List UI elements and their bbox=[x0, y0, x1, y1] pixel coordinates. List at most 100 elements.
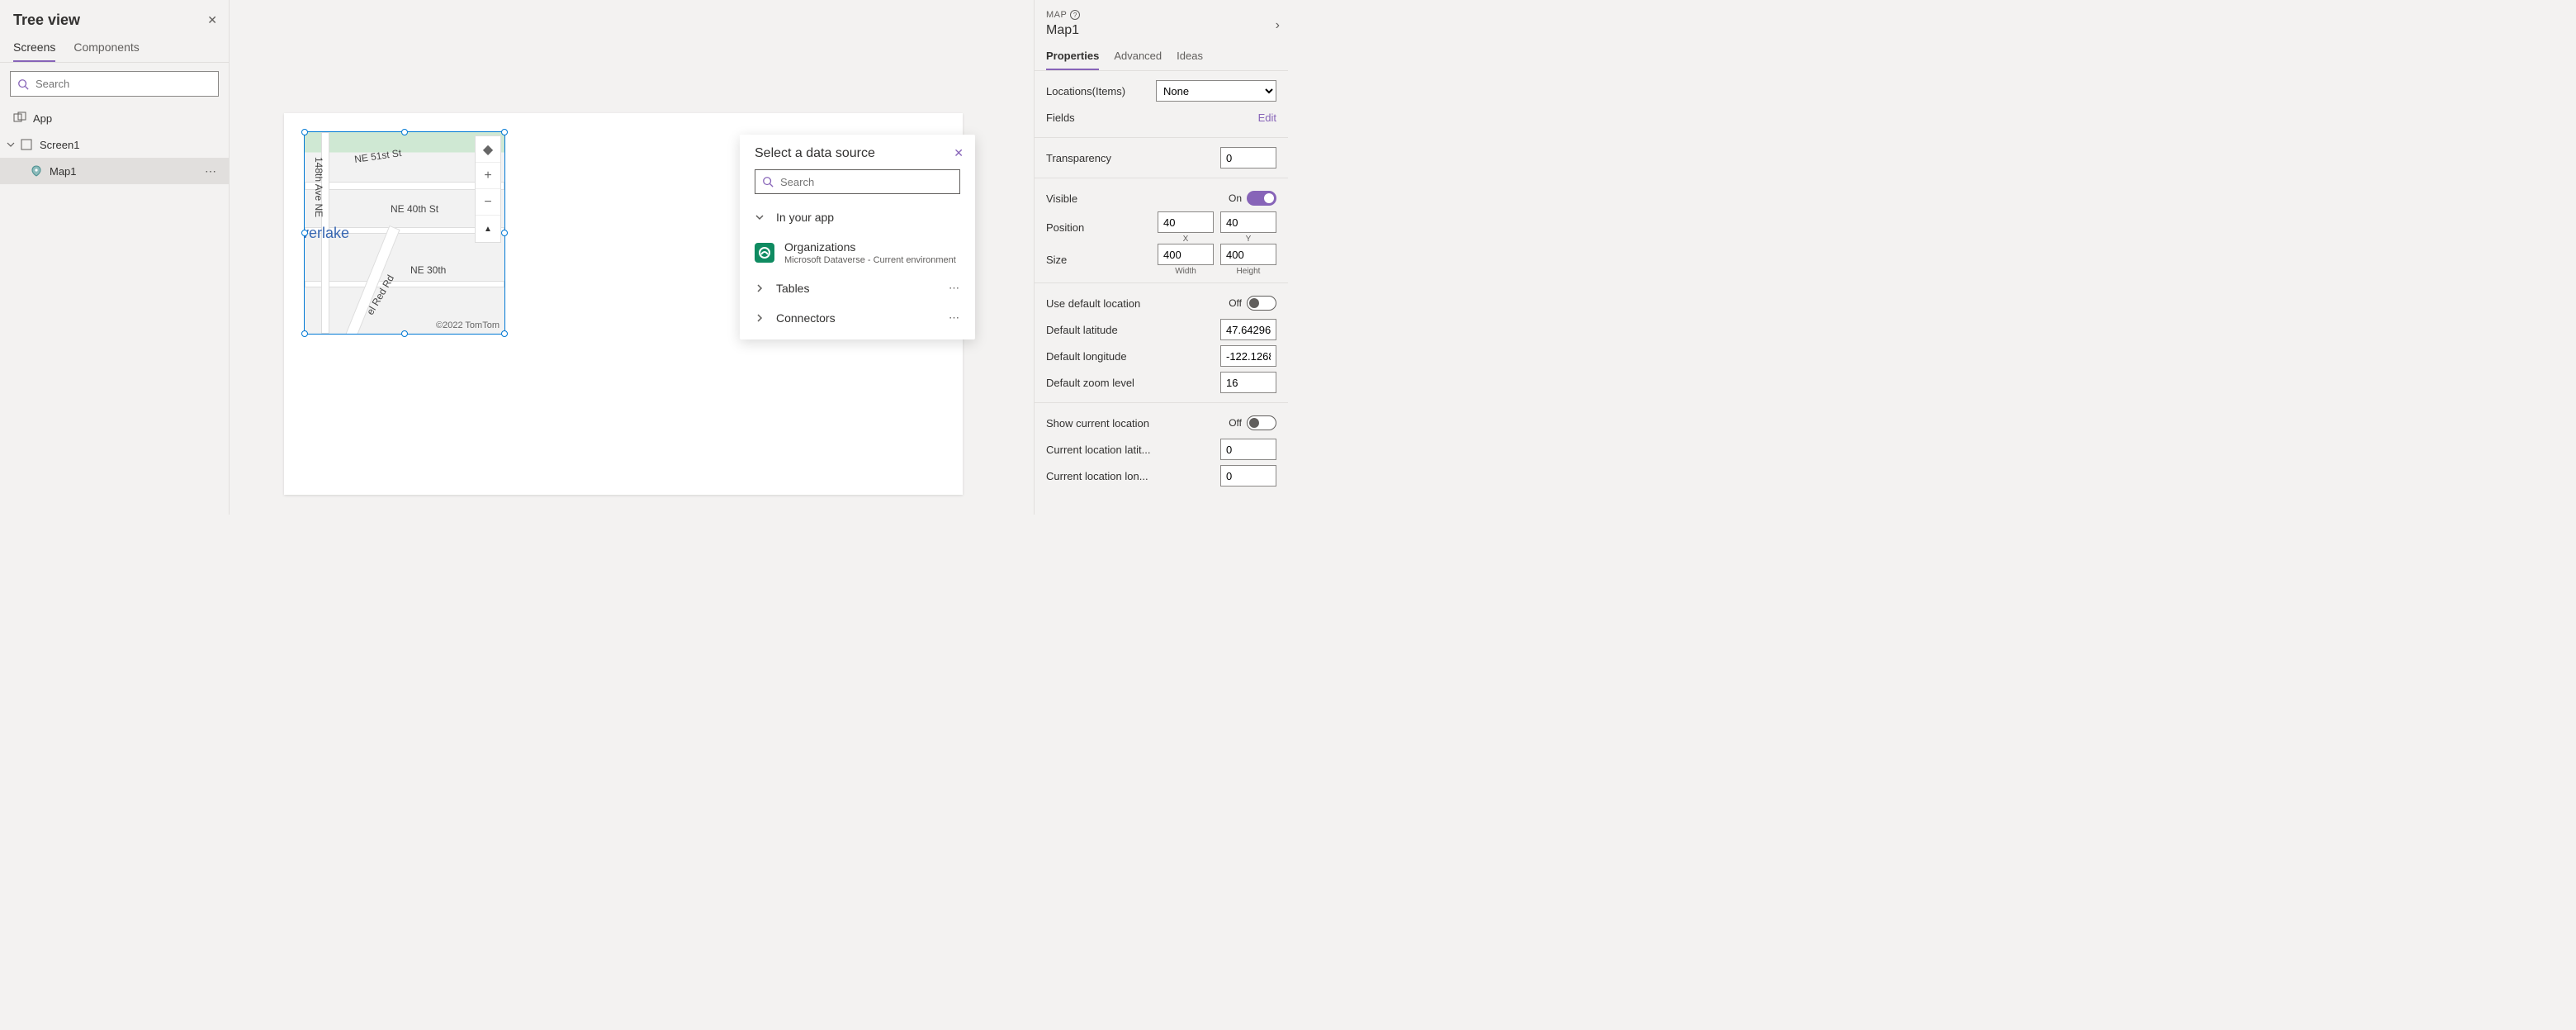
prop-label-default-longitude: Default longitude bbox=[1046, 350, 1127, 363]
resize-handle[interactable] bbox=[501, 230, 508, 236]
prop-label-current-lat: Current location latit... bbox=[1046, 444, 1150, 456]
tab-properties[interactable]: Properties bbox=[1046, 50, 1099, 70]
default-longitude-input[interactable] bbox=[1220, 345, 1276, 367]
tree-item-label: Screen1 bbox=[40, 139, 79, 151]
current-lat-input[interactable] bbox=[1220, 439, 1276, 460]
axis-label: X bbox=[1183, 235, 1189, 244]
chevron-down-icon bbox=[7, 140, 15, 149]
toggle-state-label: Off bbox=[1229, 297, 1242, 309]
tree-search-input[interactable] bbox=[36, 78, 211, 90]
help-icon[interactable]: ? bbox=[1070, 10, 1080, 20]
section-label: Tables bbox=[776, 282, 809, 295]
current-location-toggle[interactable] bbox=[1247, 415, 1276, 430]
more-icon[interactable]: ⋯ bbox=[949, 311, 960, 325]
axis-label: Y bbox=[1246, 235, 1252, 244]
map-attribution: ©2022 TomTom bbox=[436, 320, 500, 330]
search-icon bbox=[762, 176, 774, 187]
datasource-search-box[interactable] bbox=[755, 169, 960, 194]
properties-panel: MAP ? Map1 › Properties Advanced Ideas L… bbox=[1034, 0, 1288, 515]
tab-screens[interactable]: Screens bbox=[13, 40, 55, 62]
section-label: Connectors bbox=[776, 311, 836, 325]
tree-item-map1[interactable]: Map1 ⋯ bbox=[0, 158, 229, 184]
prop-label-default-zoom: Default zoom level bbox=[1046, 377, 1134, 389]
chevron-right-icon bbox=[755, 313, 765, 323]
visible-toggle[interactable] bbox=[1247, 191, 1276, 206]
chevron-down-icon bbox=[755, 212, 765, 222]
resize-handle[interactable] bbox=[401, 330, 408, 337]
section-label: In your app bbox=[776, 211, 834, 224]
resize-handle[interactable] bbox=[501, 330, 508, 337]
size-width-input[interactable] bbox=[1158, 244, 1214, 265]
section-in-your-app[interactable]: In your app bbox=[740, 202, 975, 232]
tree-item-label: Map1 bbox=[50, 165, 77, 178]
dataverse-icon bbox=[755, 243, 774, 263]
tree-item-app[interactable]: App bbox=[0, 105, 229, 131]
prop-label-locations: Locations(Items) bbox=[1046, 85, 1125, 97]
position-y-input[interactable] bbox=[1220, 211, 1276, 233]
resize-handle[interactable] bbox=[301, 330, 308, 337]
toggle-state-label: On bbox=[1229, 192, 1242, 204]
map-control[interactable]: NE 51st St 148th Ave NE NE 40th St verla… bbox=[304, 131, 505, 335]
prop-label-use-default-location: Use default location bbox=[1046, 297, 1140, 310]
tree-search-box[interactable] bbox=[10, 71, 219, 97]
canvas-area: NE 51st St 148th Ave NE NE 40th St verla… bbox=[230, 0, 1034, 515]
map-surface[interactable]: NE 51st St 148th Ave NE NE 40th St verla… bbox=[305, 132, 504, 334]
prop-label-fields: Fields bbox=[1046, 112, 1075, 124]
tab-ideas[interactable]: Ideas bbox=[1177, 50, 1203, 70]
resize-handle[interactable] bbox=[401, 129, 408, 135]
search-icon bbox=[17, 78, 29, 90]
locations-select[interactable]: None bbox=[1156, 80, 1276, 102]
zoom-out-button[interactable]: − bbox=[476, 189, 500, 216]
app-icon bbox=[13, 112, 26, 125]
datasource-search-input[interactable] bbox=[780, 176, 953, 188]
zoom-in-button[interactable]: + bbox=[476, 163, 500, 189]
position-x-input[interactable] bbox=[1158, 211, 1214, 233]
resize-handle[interactable] bbox=[301, 230, 308, 236]
transparency-input[interactable] bbox=[1220, 147, 1276, 169]
tree-item-screen1[interactable]: Screen1 bbox=[0, 131, 229, 158]
prop-label-current-lon: Current location lon... bbox=[1046, 470, 1148, 482]
default-zoom-input[interactable] bbox=[1220, 372, 1276, 393]
resize-handle[interactable] bbox=[501, 129, 508, 135]
compass-icon[interactable]: ◆ bbox=[476, 136, 500, 163]
toggle-state-label: Off bbox=[1229, 417, 1242, 429]
chevron-right-icon[interactable]: › bbox=[1276, 18, 1280, 33]
section-connectors[interactable]: Connectors ⋯ bbox=[740, 303, 975, 333]
map-city-label: verlake bbox=[305, 225, 349, 242]
prop-label-transparency: Transparency bbox=[1046, 152, 1111, 164]
more-icon[interactable]: ⋯ bbox=[949, 282, 960, 295]
tab-components[interactable]: Components bbox=[73, 40, 139, 62]
default-location-toggle[interactable] bbox=[1247, 296, 1276, 311]
tree-view-panel: Tree view ✕ Screens Components App Scree… bbox=[0, 0, 230, 515]
prop-label-size: Size bbox=[1046, 254, 1067, 266]
map-street-label: 148th Ave NE bbox=[313, 157, 324, 217]
prop-label-position: Position bbox=[1046, 221, 1084, 234]
current-lon-input[interactable] bbox=[1220, 465, 1276, 487]
default-latitude-input[interactable] bbox=[1220, 319, 1276, 340]
datasource-organizations[interactable]: Organizations Microsoft Dataverse - Curr… bbox=[740, 232, 975, 273]
size-height-input[interactable] bbox=[1220, 244, 1276, 265]
control-name: Map1 bbox=[1046, 23, 1276, 38]
section-tables[interactable]: Tables ⋯ bbox=[740, 273, 975, 303]
map-street-label: NE 40th St bbox=[391, 203, 438, 215]
prop-label-visible: Visible bbox=[1046, 192, 1077, 205]
datasource-sub: Microsoft Dataverse - Current environmen… bbox=[784, 255, 956, 265]
tab-advanced[interactable]: Advanced bbox=[1114, 50, 1162, 70]
prop-label-default-latitude: Default latitude bbox=[1046, 324, 1118, 336]
popover-title: Select a data source bbox=[740, 146, 975, 169]
close-icon[interactable]: ✕ bbox=[207, 13, 217, 27]
more-icon[interactable]: ⋯ bbox=[205, 164, 217, 178]
close-icon[interactable]: ✕ bbox=[954, 146, 964, 160]
screen-icon bbox=[20, 138, 33, 151]
resize-handle[interactable] bbox=[301, 129, 308, 135]
map-street-label: NE 30th bbox=[410, 264, 446, 276]
chevron-right-icon bbox=[755, 283, 765, 293]
tree-item-label: App bbox=[33, 112, 52, 125]
map-icon bbox=[30, 164, 43, 178]
map-zoom-controls: ◆ + − ▲ bbox=[475, 135, 501, 243]
control-type-label: MAP ? bbox=[1046, 10, 1276, 20]
pitch-button[interactable]: ▲ bbox=[476, 216, 500, 242]
axis-label: Width bbox=[1175, 267, 1196, 276]
datasource-name: Organizations bbox=[784, 240, 956, 254]
edit-fields-link[interactable]: Edit bbox=[1258, 112, 1276, 124]
